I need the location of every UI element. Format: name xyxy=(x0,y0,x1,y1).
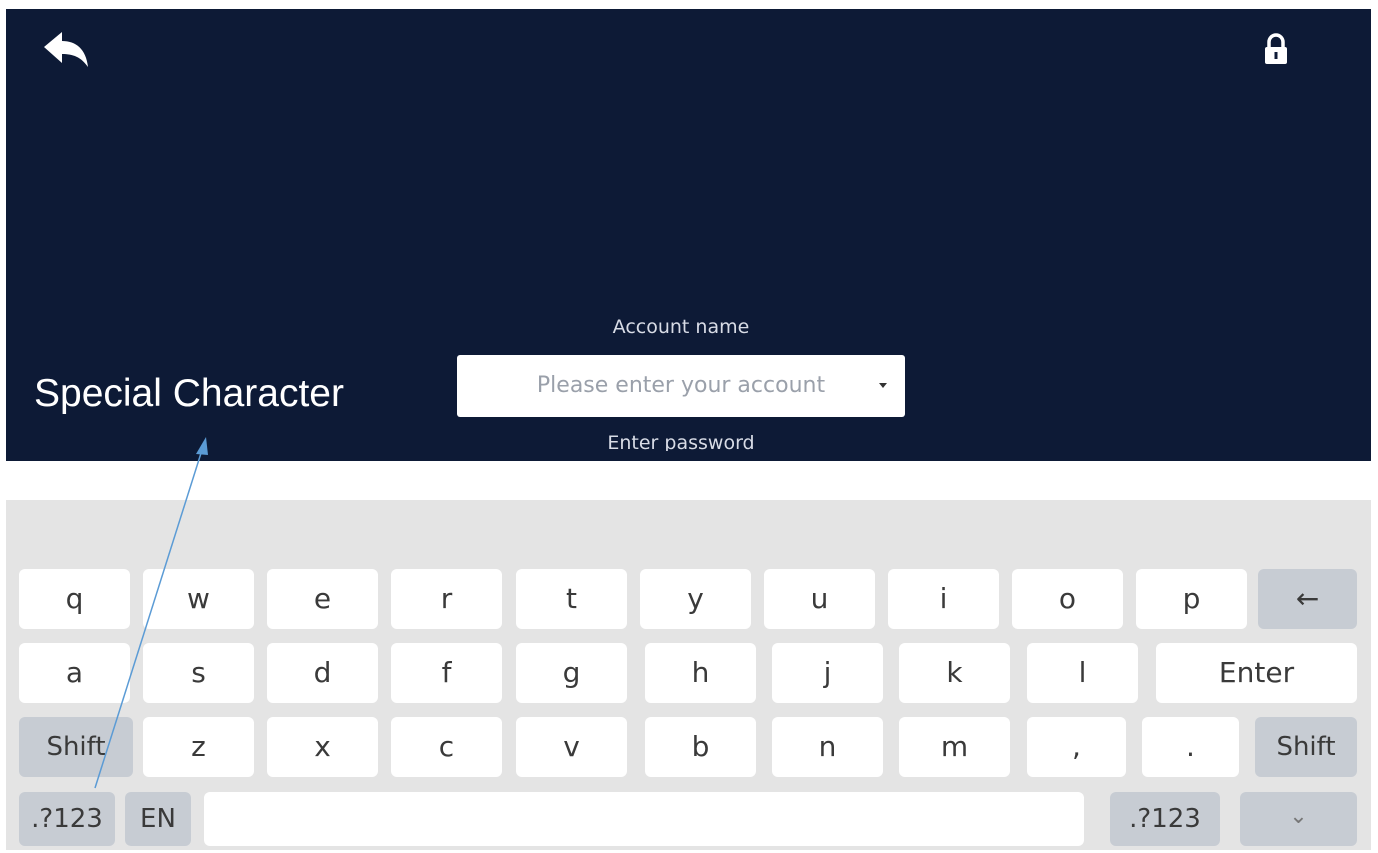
key-k[interactable]: k xyxy=(899,643,1010,703)
lock-icon xyxy=(1265,33,1287,64)
key-c[interactable]: c xyxy=(391,717,502,777)
key-f[interactable]: f xyxy=(391,643,502,703)
password-label: Enter password xyxy=(607,432,755,451)
key-r[interactable]: r xyxy=(391,569,502,629)
key-g[interactable]: g xyxy=(516,643,627,703)
key-t[interactable]: t xyxy=(516,569,627,629)
account-placeholder: Please enter your account xyxy=(536,373,826,398)
key-p[interactable]: p xyxy=(1136,569,1247,629)
key-m[interactable]: m xyxy=(899,717,1010,777)
back-button[interactable] xyxy=(40,27,96,77)
shift-key-right[interactable]: Shift xyxy=(1255,717,1357,777)
key-x[interactable]: x xyxy=(267,717,378,777)
key-o[interactable]: o xyxy=(1012,569,1123,629)
key-h[interactable]: h xyxy=(645,643,756,703)
key-w[interactable]: w xyxy=(143,569,254,629)
back-arrow-icon xyxy=(44,32,88,67)
key-u[interactable]: u xyxy=(764,569,875,629)
annotation-label: Special Character xyxy=(34,372,344,415)
key-s[interactable]: s xyxy=(143,643,254,703)
key-d[interactable]: d xyxy=(267,643,378,703)
backspace-key[interactable]: ← xyxy=(1258,569,1357,629)
account-name-label: Account name xyxy=(612,316,750,338)
shift-key-left[interactable]: Shift xyxy=(19,717,133,777)
key-comma[interactable]: , xyxy=(1027,717,1126,777)
account-input[interactable]: Please enter your account xyxy=(457,355,905,417)
language-key[interactable]: EN xyxy=(125,792,191,846)
key-i[interactable]: i xyxy=(888,569,999,629)
key-l[interactable]: l xyxy=(1027,643,1138,703)
key-b[interactable]: b xyxy=(645,717,756,777)
key-v[interactable]: v xyxy=(516,717,627,777)
hide-keyboard-key[interactable]: ⌄ xyxy=(1240,792,1357,846)
key-q[interactable]: q xyxy=(19,569,130,629)
key-j[interactable]: j xyxy=(772,643,883,703)
key-n[interactable]: n xyxy=(772,717,883,777)
dropdown-caret-icon[interactable] xyxy=(879,383,887,388)
symbols-key-left[interactable]: .?123 xyxy=(19,792,115,846)
lock-button[interactable] xyxy=(1256,27,1296,71)
symbols-key-right[interactable]: .?123 xyxy=(1110,792,1220,846)
login-screen: Account name Please enter your account E… xyxy=(0,0,1378,853)
key-y[interactable]: y xyxy=(640,569,751,629)
space-bar[interactable] xyxy=(204,792,1084,846)
key-e[interactable]: e xyxy=(267,569,378,629)
enter-key[interactable]: Enter xyxy=(1156,643,1357,703)
key-z[interactable]: z xyxy=(143,717,254,777)
key-a[interactable]: a xyxy=(19,643,130,703)
key-period[interactable]: . xyxy=(1142,717,1239,777)
